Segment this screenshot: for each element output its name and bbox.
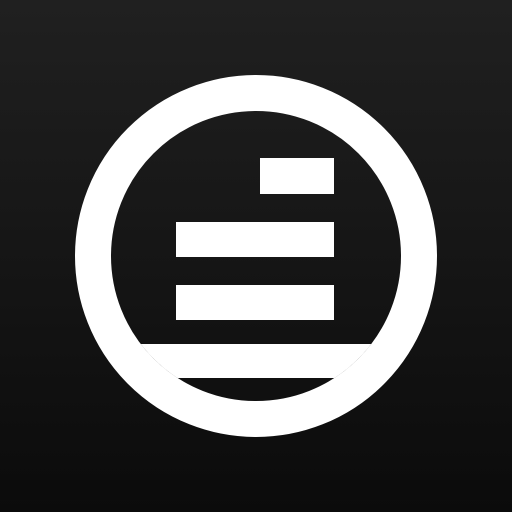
logo-bar-lower [176, 285, 334, 320]
logo-bar-middle [176, 222, 334, 257]
app-icon [0, 0, 512, 512]
logo-icon [75, 75, 437, 437]
logo-bar-top [260, 158, 334, 194]
